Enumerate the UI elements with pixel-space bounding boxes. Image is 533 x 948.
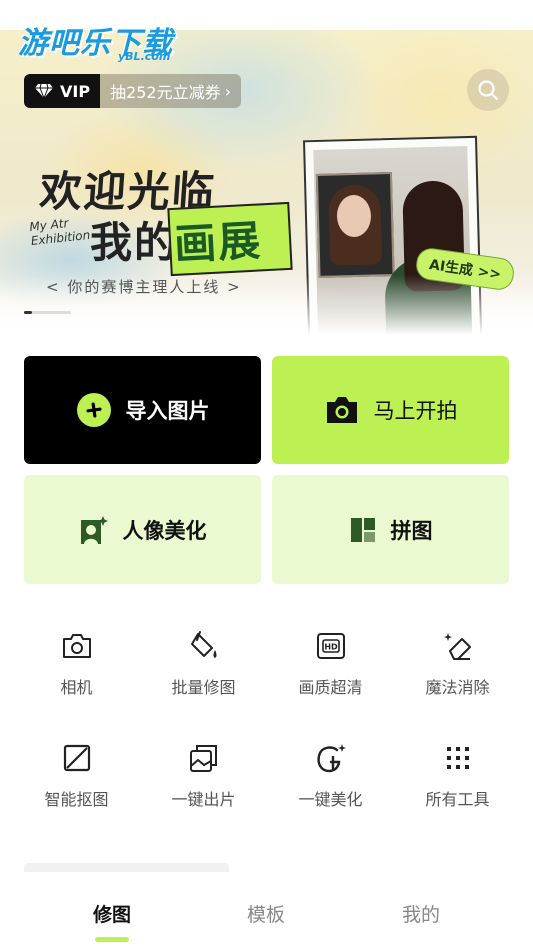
tool-batch-edit[interactable]: 批量修图 [137, 628, 270, 708]
logo-subtext: yBL.com [118, 50, 171, 63]
collage-icon [350, 517, 375, 542]
tool-one-click-output[interactable]: 一键出片 [137, 740, 270, 820]
import-image-label: 导入图片 [125, 399, 210, 423]
portrait-beautify-label: 人像美化 [122, 518, 207, 543]
watermark-logo: 游吧乐下载 yBL.com [18, 18, 188, 70]
tool-magic-eraser[interactable]: 魔法消除 [391, 628, 524, 708]
tool-label: 智能抠图 [44, 790, 109, 809]
tool-all-tools[interactable]: 所有工具 [391, 740, 524, 820]
camera-icon [59, 628, 95, 664]
search-button[interactable] [467, 69, 509, 111]
tool-camera[interactable]: 相机 [10, 628, 143, 708]
svg-text:HD: HD [324, 643, 338, 652]
tool-smart-cutout[interactable]: 智能抠图 [10, 740, 143, 820]
beautify-icon [313, 740, 349, 776]
tool-one-click-beautify[interactable]: 一键美化 [264, 740, 397, 820]
tab-mine[interactable]: 我的 [361, 900, 481, 927]
banner-english: My Atr Exhibition [28, 216, 91, 249]
promo-link[interactable]: 抽252元立减券 › [100, 74, 242, 108]
carousel-indicator-fill [24, 311, 32, 314]
paint-bucket-icon [186, 628, 222, 664]
grid-dots-icon [440, 740, 476, 776]
import-image-button[interactable]: 导入图片 [24, 356, 261, 464]
promo-text: 抽252元立减券 [110, 83, 221, 102]
vip-badge[interactable]: VIP [24, 74, 101, 108]
stack-photo-icon [186, 740, 222, 776]
tab-edit[interactable]: 修图 [52, 900, 172, 927]
camera-filled-icon [326, 397, 357, 423]
carousel-indicator [24, 311, 71, 314]
banner-headline-2a: 我的 [90, 218, 179, 267]
tool-label: 相机 [60, 678, 93, 697]
cutout-icon [59, 740, 95, 776]
tool-label: 所有工具 [425, 790, 490, 809]
diamond-icon [35, 83, 53, 99]
collage-label: 拼图 [390, 518, 433, 543]
search-icon [478, 80, 499, 101]
banner-tagline: < 你的赛博主理人上线 > [46, 278, 242, 296]
eraser-sparkle-icon [440, 628, 476, 664]
plus-circle-icon [76, 393, 111, 427]
bottom-nav: 修图 模板 我的 [0, 872, 533, 948]
vip-promo-pill[interactable]: VIP 抽252元立减券 › [24, 74, 242, 108]
portrait-beautify-button[interactable]: 人像美化 [24, 475, 261, 584]
tool-label: 魔法消除 [425, 678, 490, 697]
banner-headline-2b: 画展 [172, 215, 264, 270]
collage-button[interactable]: 拼图 [272, 475, 509, 584]
hd-icon: HD [313, 628, 349, 664]
chevron-right-icon: › [224, 81, 232, 101]
portrait-icon [80, 515, 108, 544]
tool-label: 画质超清 [298, 678, 363, 697]
vip-label: VIP [60, 81, 91, 101]
shoot-now-button[interactable]: 马上开拍 [272, 356, 509, 464]
active-tab-indicator [95, 937, 129, 942]
tool-hd-enhance[interactable]: HD 画质超清 [264, 628, 397, 708]
banner-headline-2: My Atr Exhibition 我的 画展 [24, 201, 324, 277]
tab-templates[interactable]: 模板 [206, 900, 326, 927]
tool-label: 一键出片 [171, 790, 236, 809]
tool-label: 一键美化 [298, 790, 363, 809]
tool-label: 批量修图 [171, 678, 236, 697]
shoot-now-label: 马上开拍 [373, 399, 458, 423]
